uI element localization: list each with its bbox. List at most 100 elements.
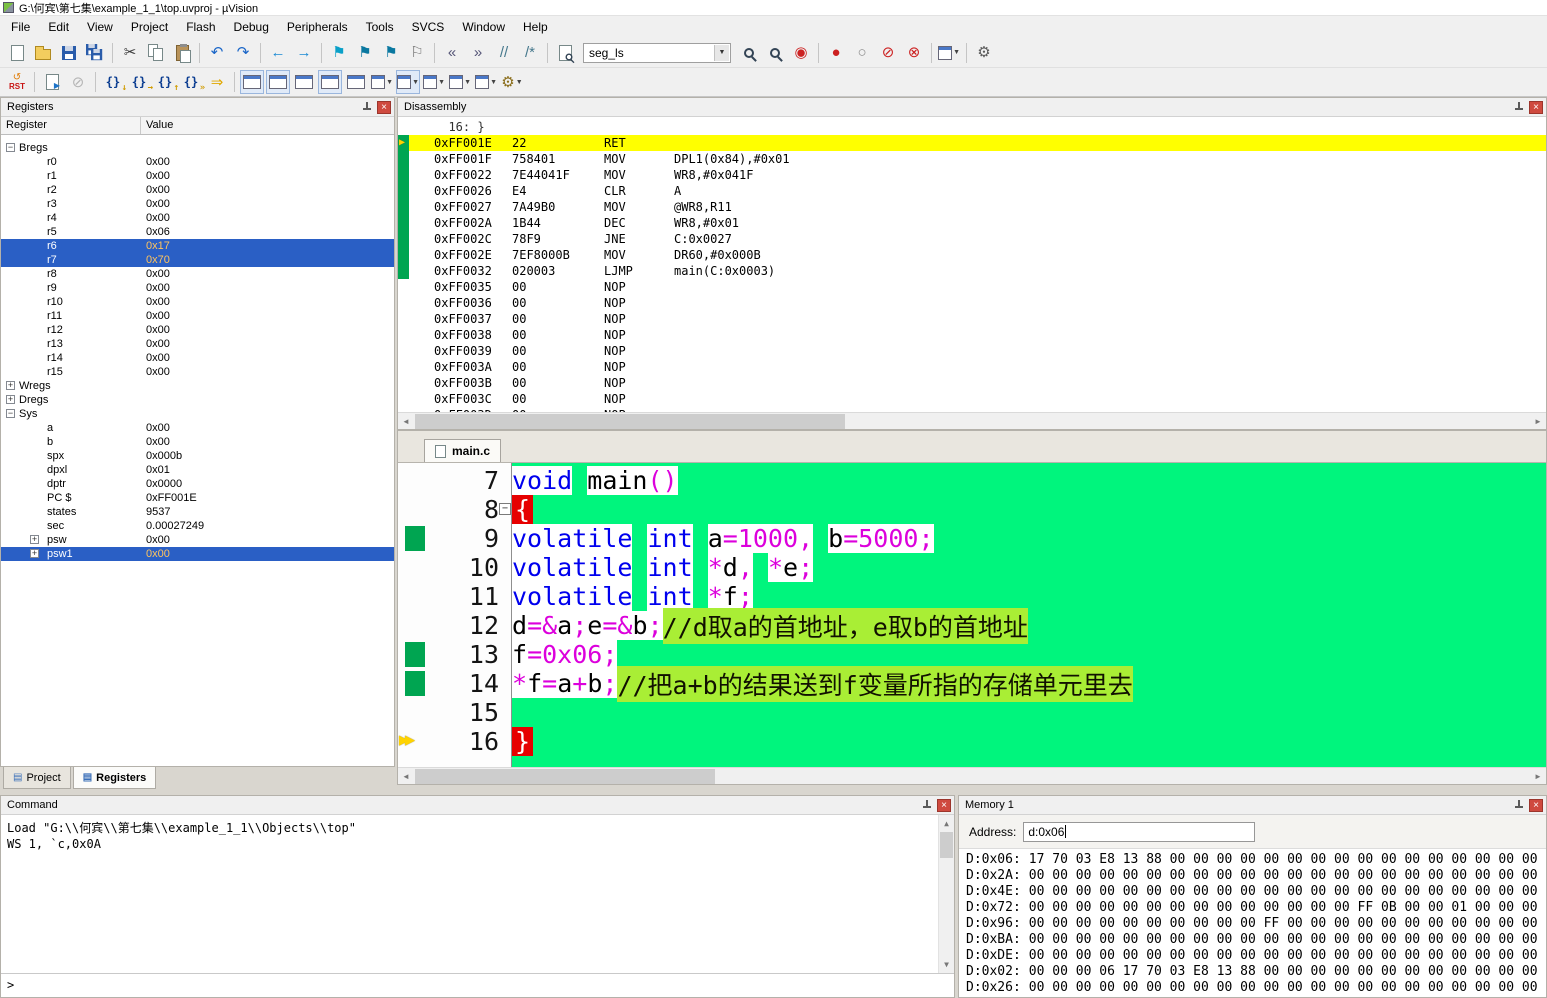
- save-all-icon[interactable]: [83, 41, 107, 65]
- register-row[interactable]: r140x00: [1, 351, 394, 365]
- comment-icon[interactable]: //: [492, 41, 516, 65]
- paste-icon[interactable]: [170, 41, 194, 65]
- collapse-icon[interactable]: −: [6, 409, 15, 418]
- watch-window-icon[interactable]: ▼: [370, 70, 394, 94]
- editor-body[interactable]: 7void main()8−{9volatile int a=1000, b=5…: [398, 463, 1546, 767]
- step-out-icon[interactable]: {}: [153, 70, 177, 94]
- cut-icon[interactable]: ✂: [118, 41, 142, 65]
- breakpoint-kill-all-icon[interactable]: ⊗: [902, 41, 926, 65]
- register-row[interactable]: r40x00: [1, 211, 394, 225]
- command-vscrollbar[interactable]: ▲ ▼: [938, 815, 954, 973]
- disassembly-window-icon[interactable]: [266, 70, 290, 94]
- register-row[interactable]: r100x00: [1, 295, 394, 309]
- run-icon[interactable]: ▶: [40, 70, 64, 94]
- memory-row[interactable]: D:0xDE:00 00 00 00 00 00 00 00 00 00 00 …: [966, 948, 1546, 964]
- disassembly-line[interactable]: 0xFF0026E4CLRA: [398, 183, 1546, 199]
- unindent-icon[interactable]: «: [440, 41, 464, 65]
- register-row[interactable]: r120x00: [1, 323, 394, 337]
- register-row[interactable]: r70x70: [1, 253, 394, 267]
- step-over-icon[interactable]: {}: [127, 70, 151, 94]
- reset-icon[interactable]: ↺RST: [5, 70, 29, 94]
- close-icon[interactable]: ×: [1529, 101, 1543, 114]
- memory-row[interactable]: D:0x26:00 00 00 00 00 00 00 00 00 00 00 …: [966, 980, 1546, 996]
- pin-icon[interactable]: [1512, 798, 1526, 812]
- register-row[interactable]: +Dregs: [1, 393, 394, 407]
- command-input[interactable]: >: [1, 973, 954, 997]
- disassembly-line[interactable]: ▶0xFF001E22RET: [398, 135, 1546, 151]
- find-icon[interactable]: [737, 41, 761, 65]
- menu-peripherals[interactable]: Peripherals: [278, 17, 357, 37]
- memory-row[interactable]: D:0xBA:00 00 00 00 00 00 00 00 00 00 00 …: [966, 932, 1546, 948]
- scroll-thumb[interactable]: [415, 769, 715, 784]
- scroll-left-icon[interactable]: ◄: [398, 414, 414, 429]
- disassembly-line[interactable]: 0xFF003C00NOP: [398, 391, 1546, 407]
- register-row[interactable]: a0x00: [1, 421, 394, 435]
- bookmark-prev-icon[interactable]: ⚑: [353, 41, 377, 65]
- step-into-icon[interactable]: {}: [101, 70, 125, 94]
- disassembly-line[interactable]: 0xFF001F758401MOVDPL1(0x84),#0x01: [398, 151, 1546, 167]
- disassembly-line[interactable]: 0xFF00277A49B0MOV@WR8,R11: [398, 199, 1546, 215]
- command-window-icon[interactable]: [240, 70, 264, 94]
- memory-window-icon[interactable]: ▼: [396, 70, 420, 94]
- menu-svcs[interactable]: SVCS: [403, 17, 454, 37]
- tab-registers[interactable]: ▤Registers: [73, 767, 157, 789]
- register-row[interactable]: −Sys: [1, 407, 394, 421]
- redo-icon[interactable]: ↷: [231, 41, 255, 65]
- memory-row[interactable]: D:0x02:00 00 00 06 17 70 03 E8 13 88 00 …: [966, 964, 1546, 980]
- call-stack-window-icon[interactable]: [344, 70, 368, 94]
- code-line[interactable]: 7void main(): [398, 466, 1546, 495]
- menu-help[interactable]: Help: [514, 17, 557, 37]
- expand-icon[interactable]: +: [30, 535, 39, 544]
- save-icon[interactable]: [57, 41, 81, 65]
- copy-icon[interactable]: [144, 41, 168, 65]
- memory-grid[interactable]: D:0x06:17 70 03 E8 13 88 00 00 00 00 00 …: [959, 849, 1546, 997]
- configure-icon[interactable]: ⚙: [972, 41, 996, 65]
- register-row[interactable]: states9537: [1, 505, 394, 519]
- breakpoint-disable-icon[interactable]: ○: [850, 41, 874, 65]
- scroll-thumb[interactable]: [940, 832, 953, 858]
- register-row[interactable]: PC $0xFF001E: [1, 491, 394, 505]
- disassembly-line[interactable]: 0xFF003B00NOP: [398, 375, 1546, 391]
- fold-marker[interactable]: −: [499, 503, 511, 515]
- editor-hscrollbar[interactable]: ◄ ►: [398, 767, 1546, 784]
- run-to-cursor-icon[interactable]: {}: [179, 70, 203, 94]
- scroll-right-icon[interactable]: ►: [1530, 769, 1546, 784]
- pin-icon[interactable]: [920, 798, 934, 812]
- pin-icon[interactable]: [360, 100, 374, 114]
- breakpoint-disable-all-icon[interactable]: ⊘: [876, 41, 900, 65]
- register-row[interactable]: +psw10x00: [1, 547, 394, 561]
- disassembly-line[interactable]: 0xFF002E7EF8000BMOVDR60,#0x000B: [398, 247, 1546, 263]
- code-line[interactable]: 10volatile int *d, *e;: [398, 553, 1546, 582]
- disassembly-line[interactable]: 0xFF003800NOP: [398, 327, 1546, 343]
- find-reference-icon[interactable]: ◉: [789, 41, 813, 65]
- register-row[interactable]: r30x00: [1, 197, 394, 211]
- register-row[interactable]: r50x06: [1, 225, 394, 239]
- menu-file[interactable]: File: [2, 17, 39, 37]
- show-next-statement-icon[interactable]: ⇒: [205, 70, 229, 94]
- memory-row[interactable]: D:0x2A:00 00 00 00 00 00 00 00 00 00 00 …: [966, 868, 1546, 884]
- bookmark-clear-icon[interactable]: ⚐: [405, 41, 429, 65]
- register-row[interactable]: r60x17: [1, 239, 394, 253]
- code-line[interactable]: 8−{: [398, 495, 1546, 524]
- disassembly-line[interactable]: 0xFF002C78F9JNEC:0x0027: [398, 231, 1546, 247]
- scroll-right-icon[interactable]: ►: [1530, 414, 1546, 429]
- register-row[interactable]: +Wregs: [1, 379, 394, 393]
- disassembly-line[interactable]: 0xFF003A00NOP: [398, 359, 1546, 375]
- register-row[interactable]: sec0.00027249: [1, 519, 394, 533]
- new-file-icon[interactable]: [5, 41, 29, 65]
- disassembly-line[interactable]: 0xFF003600NOP: [398, 295, 1546, 311]
- register-row[interactable]: +psw0x00: [1, 533, 394, 547]
- register-row[interactable]: r10x00: [1, 169, 394, 183]
- logic-analyzer-icon[interactable]: ▼: [448, 70, 472, 94]
- scroll-thumb[interactable]: [415, 414, 845, 429]
- memory-row[interactable]: D:0x4E:00 00 00 00 00 00 00 00 00 00 00 …: [966, 884, 1546, 900]
- menu-window[interactable]: Window: [453, 17, 514, 37]
- expand-icon[interactable]: +: [6, 395, 15, 404]
- disassembly-view[interactable]: 16: }▶0xFF001E22RET0xFF001F758401MOVDPL1…: [398, 117, 1546, 412]
- code-line[interactable]: 15: [398, 698, 1546, 727]
- pin-icon[interactable]: [1512, 100, 1526, 114]
- code-line[interactable]: 12d=&a;e=&b;//d取a的首地址，e取b的首地址: [398, 611, 1546, 640]
- menu-debug[interactable]: Debug: [225, 17, 278, 37]
- scroll-up-icon[interactable]: ▲: [939, 816, 954, 831]
- close-icon[interactable]: ×: [1529, 799, 1543, 812]
